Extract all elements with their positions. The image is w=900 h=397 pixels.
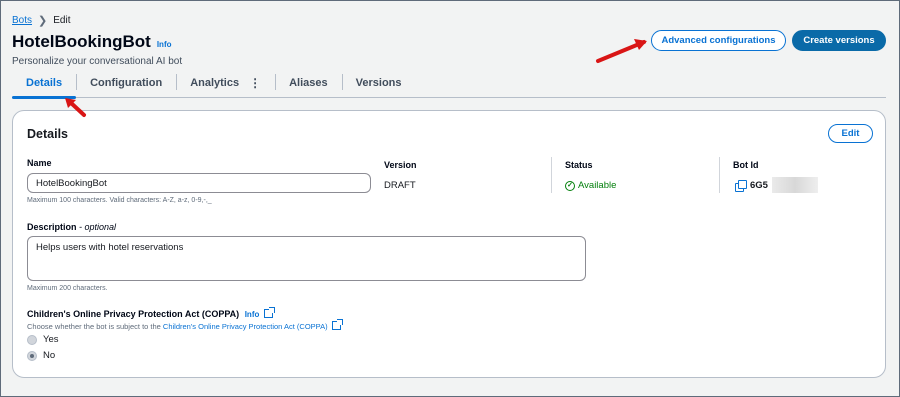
bot-id: 6G5 bbox=[735, 177, 818, 193]
status-label: Status bbox=[565, 160, 593, 170]
edit-button[interactable]: Edit bbox=[828, 124, 873, 143]
description-label: Description - optional bbox=[27, 222, 116, 232]
tab-versions[interactable]: Versions bbox=[341, 70, 416, 95]
coppa-radio-no[interactable]: No bbox=[27, 350, 55, 361]
radio-no-label: No bbox=[43, 350, 56, 361]
page-title: HotelBookingBot bbox=[12, 32, 151, 51]
description-hint: Maximum 200 characters. bbox=[27, 285, 108, 292]
name-input[interactable]: HotelBookingBot bbox=[27, 173, 371, 193]
breadcrumb: Bots ❯ Edit bbox=[12, 14, 70, 27]
radio-yes-label: Yes bbox=[43, 334, 59, 345]
chevron-right-icon: ❯ bbox=[38, 15, 48, 27]
tab-analytics[interactable]: Analytics ⋮ bbox=[176, 70, 275, 95]
create-versions-button[interactable]: Create versions bbox=[792, 30, 886, 51]
external-link-icon[interactable] bbox=[331, 319, 343, 330]
page-header: HotelBookingBot Info bbox=[12, 32, 172, 52]
info-link[interactable]: Info bbox=[157, 40, 172, 49]
annotation-arrow-icon bbox=[65, 98, 86, 117]
bot-id-label: Bot Id bbox=[733, 160, 759, 170]
radio-button[interactable] bbox=[27, 334, 37, 345]
external-link-icon[interactable] bbox=[263, 307, 275, 318]
description-textarea[interactable]: Helps users with hotel reservations bbox=[27, 236, 586, 281]
coppa-heading: Children's Online Privacy Protection Act… bbox=[27, 307, 275, 319]
coppa-external-link[interactable]: Children's Online Privacy Protection Act… bbox=[163, 322, 328, 331]
page-subtitle: Personalize your conversational AI bot bbox=[12, 56, 183, 67]
advanced-configurations-button[interactable]: Advanced configurations bbox=[651, 30, 786, 51]
more-options-icon[interactable]: ⋮ bbox=[249, 76, 261, 90]
name-hint: Maximum 100 characters. Valid characters… bbox=[27, 197, 212, 204]
description-label-text: Description bbox=[27, 222, 77, 232]
version-label: Version bbox=[384, 160, 417, 170]
coppa-description: Choose whether the bot is subject to the… bbox=[27, 319, 343, 331]
status-badge: ✓ Available bbox=[565, 180, 616, 191]
breadcrumb-current: Edit bbox=[53, 15, 71, 26]
redacted-area bbox=[771, 177, 818, 193]
divider bbox=[719, 157, 720, 193]
breadcrumb-bots-link[interactable]: Bots bbox=[12, 15, 32, 26]
bot-id-value: 6G5 bbox=[750, 179, 768, 191]
tab-bar: Details Configuration Analytics ⋮ Aliase… bbox=[12, 70, 886, 99]
divider bbox=[551, 157, 552, 193]
details-card-title: Details bbox=[27, 127, 68, 141]
tab-aliases[interactable]: Aliases bbox=[275, 70, 342, 95]
status-value: Available bbox=[578, 180, 617, 191]
tab-analytics-label: Analytics bbox=[190, 76, 240, 89]
name-label: Name bbox=[27, 158, 52, 168]
coppa-radio-yes[interactable]: Yes bbox=[27, 334, 59, 345]
check-circle-icon: ✓ bbox=[565, 180, 575, 191]
tab-configuration[interactable]: Configuration bbox=[76, 70, 176, 95]
version-value: DRAFT bbox=[384, 180, 416, 191]
details-card: Details Edit Name HotelBookingBot Maximu… bbox=[12, 110, 886, 378]
tab-details[interactable]: Details bbox=[12, 70, 77, 99]
copy-icon[interactable] bbox=[735, 180, 747, 192]
coppa-description-text: Choose whether the bot is subject to the bbox=[27, 322, 163, 331]
annotation-arrow-icon bbox=[596, 39, 647, 63]
coppa-label: Children's Online Privacy Protection Act… bbox=[27, 309, 240, 319]
radio-button-selected[interactable] bbox=[27, 350, 37, 361]
optional-tag: - optional bbox=[79, 222, 117, 232]
coppa-info-link[interactable]: Info bbox=[245, 310, 260, 319]
